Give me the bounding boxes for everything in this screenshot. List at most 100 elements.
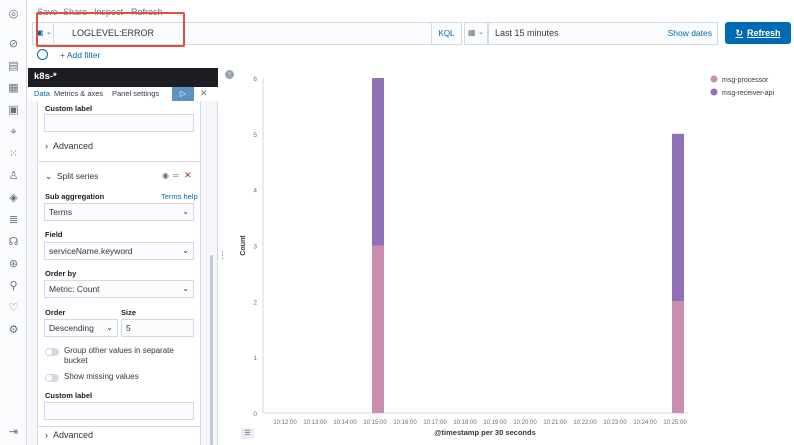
sub-aggregation-label: Sub aggregation (45, 192, 105, 201)
custom-label-input[interactable] (44, 402, 194, 420)
group-other-label: Group other values in separate bucket (64, 346, 174, 366)
x-tick-label: 10:20:00 (513, 420, 537, 426)
dev-tools-icon[interactable]: ⚲ (7, 280, 20, 293)
legend-swatch-msg-receiver-api (710, 88, 718, 96)
terms-help-link[interactable]: Terms help (161, 192, 198, 201)
chevron-down-icon: ⌄ (478, 29, 484, 36)
size-input[interactable]: 5 (121, 319, 194, 337)
field-label: Field (45, 230, 63, 239)
order-by-select[interactable]: Metric: Count ⌄ (44, 280, 194, 298)
annotation-highlight-box (36, 12, 185, 47)
apm-icon[interactable]: ≣ (7, 214, 20, 227)
x-tick-label: 10:12:00 (273, 420, 297, 426)
infra-icon[interactable]: ♙ (7, 170, 20, 183)
chevron-down-icon: ⌄ (106, 323, 113, 332)
refresh-icon: ↻ (735, 28, 744, 38)
custom-label-label: Custom label (45, 391, 93, 400)
panel-scrollbar[interactable] (210, 255, 213, 445)
size-label: Size (121, 308, 137, 317)
field-value: serviceName.keyword (49, 246, 133, 256)
split-series-label: Split series (56, 171, 99, 181)
dashboard-icon[interactable]: ▦ (7, 82, 20, 95)
remove-icon[interactable]: ✕ (184, 170, 192, 181)
refresh-button-label: Refresh (747, 28, 781, 38)
group-other-switch[interactable] (45, 348, 59, 356)
visualize-icon[interactable]: ▤ (7, 60, 20, 73)
x-tick-label: 10:17:00 (423, 420, 447, 426)
show-dates-link[interactable]: Show dates (668, 23, 712, 44)
uptime-icon[interactable]: ☊ (7, 236, 20, 249)
chevron-right-icon: › (45, 430, 48, 440)
group-other-label-line1: Group other values in separate (64, 346, 174, 355)
time-range[interactable]: Last 15 minutes Show dates (488, 22, 718, 45)
show-missing-label: Show missing values (64, 372, 139, 381)
eye-icon[interactable]: ◉ (162, 171, 169, 180)
tab-panel-settings[interactable]: Panel settings (112, 89, 159, 98)
advanced-toggle[interactable]: › Advanced (45, 141, 93, 151)
filter-icon[interactable] (37, 49, 48, 60)
ml-icon[interactable]: ⁙ (7, 148, 20, 161)
maps-icon[interactable]: ⌖ (7, 126, 20, 139)
x-tick-label: 10:25:00 (663, 420, 687, 426)
x-tick-label: 10:22:00 (573, 420, 597, 426)
refresh-button[interactable]: ↻ Refresh (725, 22, 791, 44)
advanced-label: Advanced (53, 430, 94, 440)
legend-entry-msg-receiver-api: msg-receiver-api (722, 90, 775, 97)
close-panel-icon[interactable]: ✕ (200, 88, 208, 99)
divider (38, 161, 200, 162)
calendar-icon: ▦ (468, 28, 476, 37)
monitoring-icon[interactable]: ♡ (7, 302, 20, 315)
y-tick-label: 2 (253, 299, 257, 306)
show-missing-switch[interactable] (45, 374, 59, 382)
x-tick-label: 10:18:00 (453, 420, 477, 426)
x-tick-label: 10:14:00 (333, 420, 357, 426)
chevron-down-icon: ⌄ (182, 207, 189, 216)
sub-aggregation-value: Terms (49, 207, 73, 217)
divider (38, 426, 200, 427)
time-range-label: Last 15 minutes (495, 28, 559, 38)
apply-changes-button[interactable]: ▷ (172, 87, 194, 101)
collapse-nav-icon[interactable]: ⇥ (7, 426, 20, 439)
order-value: Descending (49, 323, 94, 333)
menu-icon[interactable]: ◎ (7, 8, 20, 21)
field-select[interactable]: serviceName.keyword ⌄ (44, 242, 194, 260)
x-tick-label: 10:15:00 (363, 420, 387, 426)
chevron-down-icon: ⌄ (182, 284, 189, 293)
y-tick-label: 3 (253, 244, 257, 251)
custom-label-label: Custom label (45, 104, 93, 113)
custom-label-input[interactable] (44, 114, 194, 132)
date-picker-button[interactable]: ▦ ⌄ (464, 22, 488, 45)
kql-toggle[interactable]: KQL (431, 22, 462, 45)
x-axis-title: @timestamp per 30 seconds (434, 428, 536, 437)
sub-aggregation-select[interactable]: Terms ⌄ (44, 203, 194, 221)
order-select[interactable]: Descending ⌄ (44, 319, 118, 337)
y-tick-label: 4 (253, 188, 257, 195)
management-icon[interactable]: ⚙ (7, 324, 20, 337)
drag-handle-icon[interactable]: ═ (173, 171, 179, 180)
chevron-down-icon: ⌄ (182, 246, 189, 255)
advanced-toggle[interactable]: › Advanced (45, 430, 93, 440)
siem-icon[interactable]: ⊛ (7, 258, 20, 271)
order-by-value: Metric: Count (49, 284, 100, 294)
logs-icon[interactable]: ◈ (7, 192, 20, 205)
aggregation-card: Custom label › Advanced ⌄ Split series ◉… (37, 101, 201, 445)
y-tick-label: 6 (253, 76, 257, 83)
tab-metrics-axes[interactable]: Metrics & axes (54, 89, 103, 98)
tab-data[interactable]: Data (34, 89, 50, 98)
bar-segment-msg-receiver-api (372, 78, 384, 246)
play-icon: ▷ (179, 89, 187, 98)
split-series-toggle[interactable]: ⌄ Split series (45, 171, 98, 182)
y-axis-title: Count (240, 235, 247, 256)
y-tick-label: 1 (253, 355, 257, 362)
legend-swatch-msg-processor (710, 75, 718, 83)
bar-segment-msg-receiver-api (672, 133, 684, 302)
discover-icon[interactable]: ⊘ (7, 38, 20, 51)
canvas-icon[interactable]: ▣ (7, 104, 20, 117)
add-filter-link[interactable]: + Add filter (60, 50, 100, 60)
left-nav-rail: ◎ ⊘ ▤ ▦ ▣ ⌖ ⁙ ♙ ◈ ≣ ☊ ⊛ ⚲ ♡ ⚙ ⇥ (0, 0, 27, 445)
chevron-right-icon: › (45, 141, 48, 151)
y-tick-label: 5 (253, 132, 257, 139)
index-pattern-title: k8s-* (28, 68, 218, 87)
order-by-label: Order by (45, 269, 77, 278)
advanced-label: Advanced (53, 141, 94, 151)
